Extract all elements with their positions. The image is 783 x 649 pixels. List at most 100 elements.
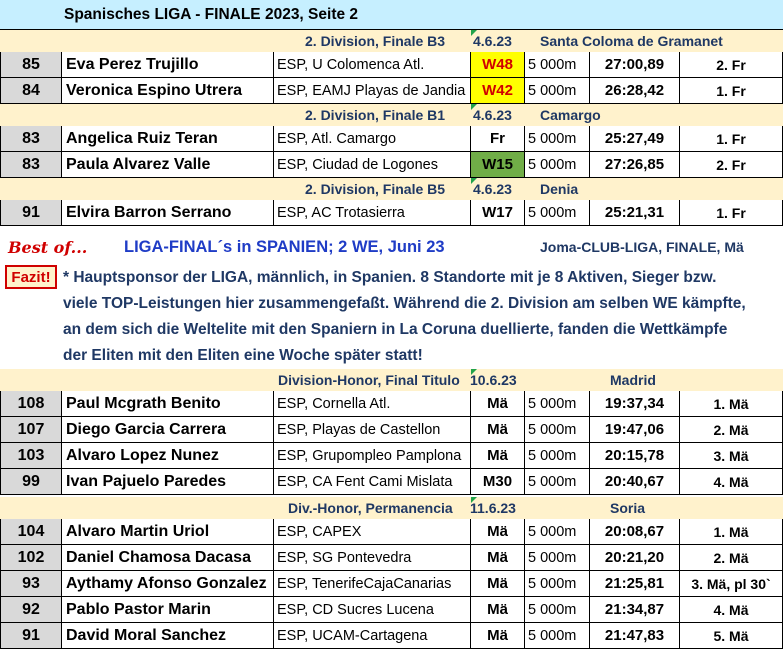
cell-name: Daniel Chamosa Dacasa [62,545,274,571]
cell-marker-icon [471,369,477,375]
cell-name: Ivan Pajuelo Paredes [62,469,274,495]
cell-club: ESP, TenerifeCajaCanarias [274,571,471,597]
cell-place: 3. Mä [680,443,783,469]
cell-cat: Mä [471,623,525,649]
cell-club: ESP, UCAM-Cartagena [274,623,471,649]
cell-num: 91 [0,200,62,226]
cell-dist: 5 000m [525,519,590,545]
cell-place: 1. Fr [680,200,783,226]
cell-place: 1. Fr [680,78,783,104]
cell-num: 99 [0,469,62,495]
cell-cat: Mä [471,571,525,597]
division-header: 2. Division, Finale B3 4.6.23 Santa Coloma… [0,30,783,52]
cell-place: 1. Mä [680,391,783,417]
cell-marker-icon [471,104,477,110]
cell-name: Pablo Pastor Marin [62,597,274,623]
cell-dist: 5 000m [525,571,590,597]
bestof-line: Best of... LIGA-FINAL´s in SPANIEN; 2 WE,… [0,232,783,262]
fazit-badge: Fazit! [5,265,57,289]
table-row: 102 Daniel Chamosa Dacasa ESP, SG Ponteved… [0,545,783,571]
cell-club: ESP, U Colomenca Atl. [274,52,471,78]
cell-num: 102 [0,545,62,571]
table-row: 103 Alvaro Lopez Nunez ESP, Grupompleo Pam… [0,443,783,469]
cell-time: 19:47,06 [590,417,680,443]
cell-club: ESP, CA Fent Cami Mislata [274,469,471,495]
cell-num: 93 [0,571,62,597]
cell-dist: 5 000m [525,152,590,178]
cell-name: Diego Garcia Carrera [62,417,274,443]
cell-club: ESP, AC Trotasierra [274,200,471,226]
cell-name: David Moral Sanchez [62,623,274,649]
cell-club: ESP, EAMJ Playas de Jandia [274,78,471,104]
cell-num: 92 [0,597,62,623]
cell-club: ESP, Cornella Atl. [274,391,471,417]
table-row: 92 Pablo Pastor Marin ESP, CD Sucres Lucen… [0,597,783,623]
division-name: 2. Division, Finale B3 [305,33,446,49]
cell-num: 83 [0,152,62,178]
cell-dist: 5 000m [525,78,590,104]
table-row: 104 Alvaro Martin Uriol ESP, CAPEX Mä 5 000m… [0,519,783,545]
table-row: 83 Angelica Ruiz Teran ESP, Atl. Camargo Fr… [0,126,783,152]
cell-num: 83 [0,126,62,152]
cell-num: 85 [0,52,62,78]
fazit-line: an dem sich die Weltelite mit den Spanie… [63,321,728,338]
cell-time: 20:40,67 [590,469,680,495]
division-header: 2. Division, Finale B5 4.6.23 Denia [0,178,783,200]
cell-dist: 5 000m [525,469,590,495]
cell-cat: Mä [471,391,525,417]
cell-time: 21:25,81 [590,571,680,597]
table-row: 91 David Moral Sanchez ESP, UCAM-Cartagena… [0,623,783,649]
table-row: 107 Diego Garcia Carrera ESP, Playas de Ca… [0,417,783,443]
table-row: 99 Ivan Pajuelo Paredes ESP, CA Fent Cami … [0,469,783,495]
division-name: 2. Division, Finale B1 [305,107,446,123]
cell-time: 21:47,83 [590,623,680,649]
page-title: Spanisches LIGA - FINALE 2023, Seite 2 [64,6,359,23]
division-venue: Denia [540,181,579,197]
cell-place: 3. Mä, pl 30` [680,571,783,597]
cell-dist: 5 000m [525,200,590,226]
cell-time: 20:15,78 [590,443,680,469]
cell-cat: W42 [471,78,525,104]
cell-name: Aythamy Afonso Gonzalez [62,571,274,597]
division-name: Div.-Honor, Permanencia [288,500,453,516]
fazit-line: viele TOP-Leistungen hier zusammengefaßt… [63,295,746,312]
cell-time: 25:21,31 [590,200,680,226]
cell-time: 27:00,89 [590,52,680,78]
cell-name: Veronica Espino Utrera [62,78,274,104]
division-name: 2. Division, Finale B5 [305,181,446,197]
cell-time: 20:08,67 [590,519,680,545]
cell-dist: 5 000m [525,623,590,649]
cell-place: 2. Mä [680,417,783,443]
cell-cat: W15 [471,152,525,178]
table-row: 91 Elvira Barron Serrano ESP, AC Trotasier… [0,200,783,226]
cell-club: ESP, CAPEX [274,519,471,545]
cell-place: 2. Mä [680,545,783,571]
bestof-headline: LIGA-FINAL´s in SPANIEN; 2 WE, Juni 23 [124,237,445,256]
cell-dist: 5 000m [525,443,590,469]
bestof-label: Best of... [8,237,88,257]
division-date: 4.6.23 [473,181,512,197]
cell-place: 2. Fr [680,152,783,178]
table-row: 84 Veronica Espino Utrera ESP, EAMJ Playas… [0,78,783,104]
cell-name: Paula Alvarez Valle [62,152,274,178]
cell-time: 26:28,42 [590,78,680,104]
table-row: 108 Paul Mcgrath Benito ESP, Cornella Atl.… [0,391,783,417]
division-date: 10.6.23 [470,372,517,388]
cell-num: 108 [0,391,62,417]
division-venue: Santa Coloma de Gramanet [540,33,723,49]
cell-name: Alvaro Martin Uriol [62,519,274,545]
cell-place: 1. Fr [680,126,783,152]
cell-cat: M30 [471,469,525,495]
division-date: 4.6.23 [473,107,512,123]
cell-place: 5. Mä [680,623,783,649]
cell-time: 21:34,87 [590,597,680,623]
cell-cat: Fr [471,126,525,152]
division-date: 4.6.23 [473,33,512,49]
fazit-line: * Hauptsponsor der LIGA, männlich, in Sp… [63,269,717,286]
cell-name: Elvira Barron Serrano [62,200,274,226]
cell-marker-icon [471,497,477,503]
table-row: 83 Paula Alvarez Valle ESP, Ciudad de Logo… [0,152,783,178]
cell-cat: Mä [471,443,525,469]
cell-num: 104 [0,519,62,545]
cell-club: ESP, Playas de Castellon [274,417,471,443]
